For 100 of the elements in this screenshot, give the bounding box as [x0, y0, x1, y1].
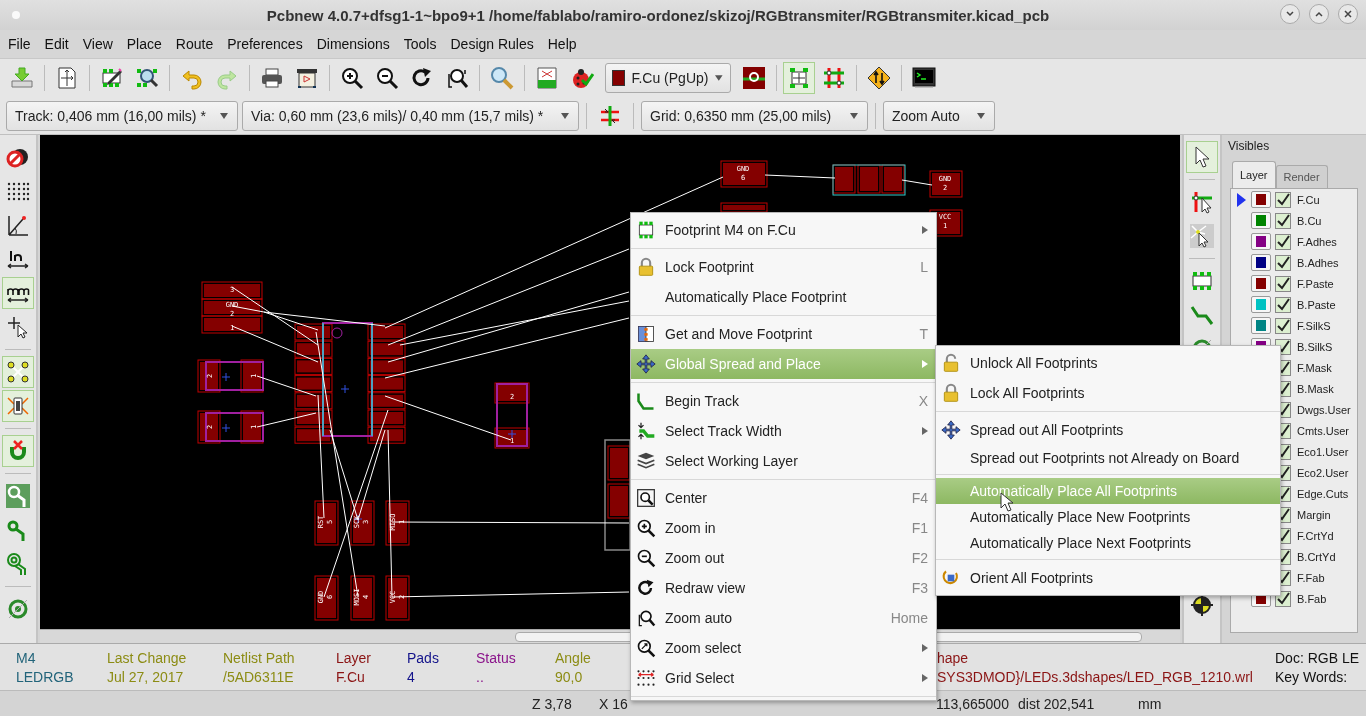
layer-color-button[interactable] [1251, 191, 1271, 208]
layer-checkbox[interactable] [1275, 317, 1291, 334]
context-menu-item[interactable]: Zoom in F1 [631, 513, 936, 543]
layer-checkbox[interactable] [1275, 254, 1291, 271]
info-value: SYS3DMOD}/LEDs.3dshapes/LED_RGB_1210.wrl [937, 668, 1253, 685]
context-menu-item[interactable]: Center F4 [631, 483, 936, 513]
track-grid-icon [822, 66, 846, 90]
four-way-arrow-icon [636, 354, 656, 374]
menu-item[interactable]: Design Rules [450, 36, 534, 52]
menu-item[interactable]: Route [175, 36, 214, 52]
context-menu-item[interactable]: Get and Move Footprint T [631, 319, 936, 349]
layer-name: F.Paste [1297, 277, 1334, 290]
track-width-dropdown[interactable]: Track: 0,406 mm (16,00 mils) * [6, 100, 238, 131]
context-menu-item[interactable]: Zoom select [631, 633, 936, 663]
layer-checkbox[interactable] [1275, 296, 1291, 313]
info-label: Angle [555, 649, 591, 666]
zoom-out-icon [375, 66, 399, 90]
zoom-dropdown[interactable]: Zoom Auto [883, 100, 995, 131]
context-menu-item[interactable]: Select Working Layer [631, 446, 936, 476]
layer-checkbox[interactable] [1275, 212, 1291, 229]
zoom-in-icon [636, 518, 656, 538]
menu-item[interactable]: Tools [403, 36, 437, 52]
menu-item[interactable]: View [82, 36, 113, 52]
panel-title: Visibles [1227, 138, 1271, 155]
layer-color-button[interactable] [1251, 296, 1271, 313]
context-menu-item[interactable]: Grid Select [631, 663, 936, 693]
layer-name: Cmts.User [1297, 424, 1349, 437]
layer-color-button[interactable] [1251, 275, 1271, 292]
context-menu-item[interactable]: Zoom auto Home [631, 603, 936, 633]
maximize-button[interactable] [1309, 4, 1329, 24]
grid-size-dropdown[interactable]: Grid: 0,6350 mm (25,00 mils) [641, 100, 868, 131]
layer-name: B.Cu [1297, 214, 1322, 227]
high-contrast-icon [6, 484, 30, 508]
info-label: hape [937, 649, 969, 666]
layer-checkbox[interactable] [1275, 233, 1291, 250]
track-width-icon [598, 103, 622, 128]
layer-name: F.CrtYd [1297, 529, 1334, 542]
footprint-arrows-icon [787, 66, 811, 90]
submenu-arrow-icon [922, 360, 928, 368]
close-button[interactable] [1338, 4, 1358, 24]
info-label: M4 [16, 649, 36, 666]
layer-dropdown[interactable]: F.Cu (PgUp) [605, 63, 731, 93]
menu-item[interactable]: Place [126, 36, 162, 52]
layer-name: Eco1.User [1297, 445, 1349, 458]
layer-checkbox[interactable] [1275, 275, 1291, 292]
toolbar-button[interactable] [2, 277, 34, 309]
submenu-arrow-icon [922, 644, 928, 652]
layer-checkbox[interactable] [1275, 191, 1291, 208]
context-menu-item[interactable]: Zoom out F2 [631, 543, 936, 573]
info-label: Layer [336, 649, 372, 666]
diamond-arrows-icon [867, 66, 891, 90]
zoom-fit-icon [445, 66, 469, 90]
via-size-dropdown[interactable]: Via: 0,60 mm (23,6 mils)/ 0,40 mm (15,7 mils) * [242, 100, 579, 131]
current-layer-arrow-icon [1237, 192, 1246, 207]
toolbar-button[interactable] [2, 356, 34, 388]
panel-tab[interactable]: Render [1275, 165, 1328, 188]
context-menu-item[interactable]: Automatically Place Footprint [631, 282, 936, 312]
menu-item[interactable]: Dimensions [316, 36, 390, 52]
status-field: 113,665000 [936, 695, 1018, 712]
toolbar-button[interactable] [2, 390, 34, 422]
context-menu-item[interactable]: Select Track Width [631, 416, 936, 446]
context-menu-item[interactable]: Begin Track X [631, 386, 936, 416]
layer-color-button[interactable] [1251, 317, 1271, 334]
printer-icon [260, 66, 284, 90]
menu-item[interactable]: Help [547, 36, 577, 52]
menu-item[interactable]: File [8, 36, 31, 52]
layer-color-button[interactable] [1251, 212, 1271, 229]
context-menu-item[interactable]: Lock Footprint L [631, 252, 936, 282]
footprint-drawing [197, 410, 264, 444]
footprint-icon [636, 220, 656, 240]
footprint-add-icon [1190, 269, 1214, 293]
window-title: Pcbnew 4.0.7+dfsg1-1~bpo9+1 /home/fablabo/ramiro-ordonez/skizoj/RGBtransmiter/RGBtransmiter.kicad_pcb [265, 6, 1051, 24]
layers-icon [636, 451, 656, 471]
window-menu-dot[interactable] [12, 11, 20, 19]
menu-item[interactable]: Preferences [227, 36, 303, 52]
close-icon [1343, 9, 1353, 19]
context-menu-item[interactable]: Footprint M4 on F.Cu [631, 215, 936, 245]
layer-name: B.Paste [1297, 298, 1336, 311]
footprint-pencil-icon [100, 66, 124, 90]
layer-color-button[interactable] [1251, 233, 1271, 250]
four-way-arrow-icon [941, 420, 961, 440]
info-value: 4 [407, 668, 415, 685]
minimize-button[interactable] [1280, 4, 1300, 24]
layer-name: F.SilkS [1297, 319, 1331, 332]
footprint-drawing [197, 359, 264, 393]
layer-pair-icon [742, 66, 766, 90]
layer-name: B.SilkS [1297, 340, 1333, 353]
context-menu-item[interactable]: Redraw view F3 [631, 573, 936, 603]
info-label: Netlist Path [223, 649, 295, 666]
panel-tab[interactable]: Layer [1232, 161, 1276, 188]
layer-color-button[interactable] [1251, 254, 1271, 271]
menu-item[interactable]: Edit [44, 36, 69, 52]
search-icon [490, 66, 514, 90]
layer-name: Eco2.User [1297, 466, 1349, 479]
dropdown-caret-icon [714, 74, 724, 82]
zoom-out-icon [636, 548, 656, 568]
padlock-icon [941, 383, 961, 403]
grid-select-icon [636, 668, 656, 688]
status-field: dist 202,541 [1018, 695, 1138, 712]
footprint-drawing [494, 382, 530, 449]
